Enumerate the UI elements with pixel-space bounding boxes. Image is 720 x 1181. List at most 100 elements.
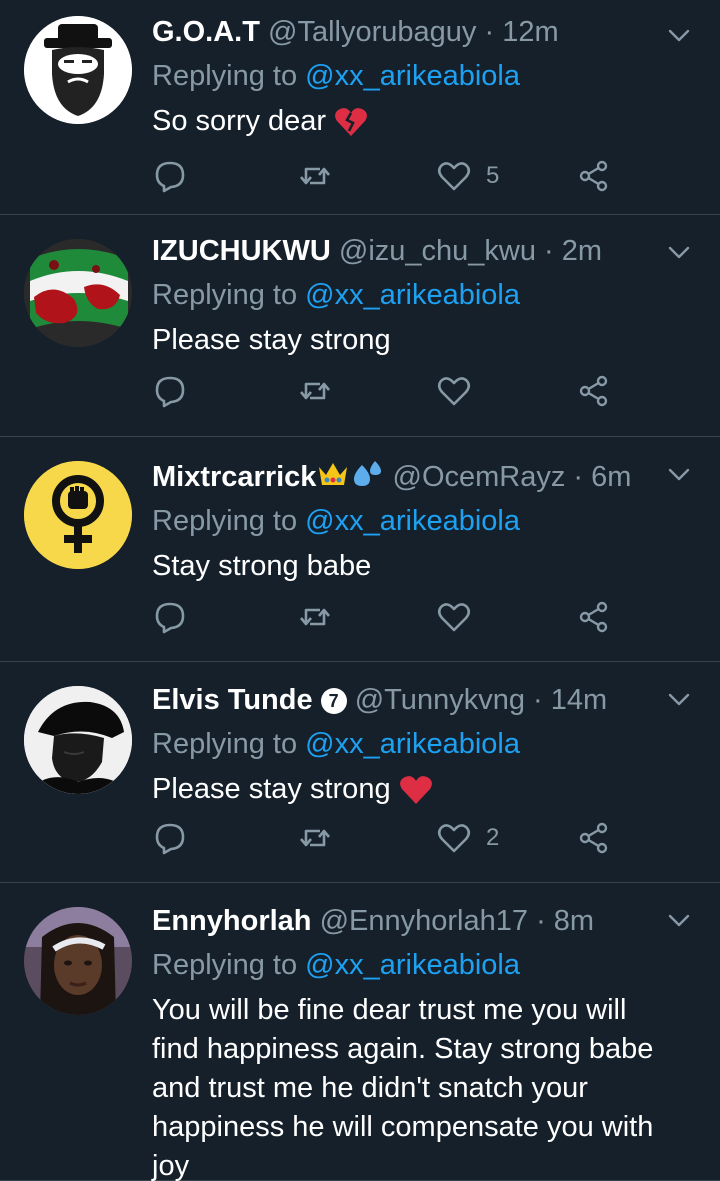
retweet-icon [300, 608, 330, 626]
tweet-header: Ennyhorlah @Ennyhorlah17 · 8m [152, 903, 660, 939]
like-button[interactable] [436, 371, 472, 411]
like-button[interactable]: 2 [436, 818, 499, 858]
tweet[interactable]: G.O.A.T @Tallyorubaguy · 12m Replying to… [0, 0, 720, 215]
tweet[interactable]: IZUCHUKWU @izu_chu_kwu · 2m Replying to … [0, 215, 720, 437]
chevron-down-icon[interactable] [666, 461, 692, 487]
avatar[interactable] [24, 686, 132, 794]
female-symbol-fist-avatar-image [24, 461, 132, 569]
heart-outline-icon [437, 377, 471, 406]
replying-to: Replying to @xx_arikeabiola [152, 947, 660, 983]
reply-icon [155, 602, 185, 634]
flag-avatar-image [24, 239, 132, 347]
avatar[interactable] [24, 239, 132, 347]
replying-to-label: Replying to [152, 505, 298, 537]
number-seven-badge-icon: 7 [320, 688, 347, 714]
reply-button[interactable] [152, 597, 188, 637]
tweet-text: So sorry dear [152, 102, 660, 141]
chevron-down-icon[interactable] [666, 239, 692, 265]
tweet-header: IZUCHUKWU @izu_chu_kwu · 2m [152, 233, 660, 269]
share-icon [579, 375, 608, 407]
tweet[interactable]: Elvis Tunde 7 @Tunnykvng · 14m Replying … [0, 662, 720, 883]
reply-icon [155, 161, 185, 193]
tweet-header: Mixtrcarrick @OcemRayz · 6m [152, 459, 660, 495]
like-count: 2 [486, 824, 500, 851]
share-icon [579, 601, 608, 633]
user-handle[interactable]: @Tunnykvng [355, 684, 525, 716]
share-button[interactable] [576, 597, 612, 637]
replying-to-label: Replying to [152, 60, 298, 92]
tweet[interactable]: Ennyhorlah @Ennyhorlah17 · 8m Replying t… [0, 883, 720, 1181]
replying-to: Replying to @xx_arikeabiola [152, 726, 660, 762]
share-button[interactable] [576, 156, 612, 196]
mention-link[interactable]: @xx_arikeabiola [305, 949, 520, 981]
replying-to-label: Replying to [152, 949, 298, 981]
replying-to-label: Replying to [152, 728, 298, 760]
like-button[interactable]: 5 [436, 156, 499, 196]
tweet-actions: 5 [152, 156, 672, 196]
display-name[interactable]: Ennyhorlah [152, 905, 312, 937]
tweet-text-content: Please stay strong [152, 773, 391, 805]
display-name[interactable]: G.O.A.T [152, 16, 260, 48]
heart-outline-icon [437, 603, 471, 632]
heart-outline-icon [437, 824, 471, 853]
reply-button[interactable] [152, 156, 188, 196]
chevron-down-icon[interactable] [666, 22, 692, 48]
timestamp[interactable]: 12m [502, 16, 558, 48]
crown-emoji [319, 463, 348, 485]
display-name[interactable]: Elvis Tunde [152, 684, 313, 716]
chevron-down-icon[interactable] [666, 907, 692, 933]
tweet-text: Please stay strong [152, 770, 660, 809]
user-handle[interactable]: @Tallyorubaguy [268, 16, 476, 48]
timestamp[interactable]: 8m [554, 905, 594, 937]
retweet-icon [300, 829, 330, 847]
retweet-button[interactable] [297, 371, 333, 411]
retweet-icon [300, 167, 330, 185]
mention-link[interactable]: @xx_arikeabiola [305, 60, 520, 92]
reply-feed: G.O.A.T @Tallyorubaguy · 12m Replying to… [0, 0, 720, 1181]
separator-dot: · [536, 905, 546, 937]
mention-link[interactable]: @xx_arikeabiola [305, 279, 520, 311]
user-handle[interactable]: @izu_chu_kwu [339, 235, 536, 267]
timestamp[interactable]: 6m [591, 461, 631, 493]
woman-selfie-avatar-image [24, 907, 132, 1015]
user-handle[interactable]: @OcemRayz [393, 461, 566, 493]
avatar[interactable] [24, 461, 132, 569]
bearded-man-avatar-image [24, 16, 132, 124]
tweet-actions: 2 [152, 818, 672, 858]
share-icon [579, 160, 608, 192]
separator-dot: · [484, 16, 495, 48]
broken-heart-icon [335, 108, 368, 137]
avatar[interactable] [24, 16, 132, 124]
reply-button[interactable] [152, 371, 188, 411]
retweet-button[interactable] [297, 156, 333, 196]
share-icon [579, 822, 608, 854]
separator-dot: · [544, 235, 554, 267]
tweet-text-content: So sorry dear [152, 105, 327, 137]
retweet-button[interactable] [297, 818, 333, 858]
share-button[interactable] [576, 371, 612, 411]
mention-link[interactable]: @xx_arikeabiola [305, 505, 520, 537]
separator-dot: · [573, 461, 584, 493]
chevron-down-icon[interactable] [666, 686, 692, 712]
avatar[interactable] [24, 907, 132, 1015]
retweet-button[interactable] [297, 597, 333, 637]
retweet-icon [300, 382, 330, 400]
red-heart-icon [399, 776, 432, 805]
share-button[interactable] [576, 818, 612, 858]
user-handle[interactable]: @Ennyhorlah17 [320, 905, 528, 937]
badge-number: 7 [328, 691, 339, 711]
timestamp[interactable]: 14m [551, 684, 607, 716]
heart-outline-icon [437, 162, 471, 191]
tweet-header: G.O.A.T @Tallyorubaguy · 12m [152, 14, 660, 50]
display-name[interactable]: IZUCHUKWU [152, 235, 331, 267]
timestamp[interactable]: 2m [562, 235, 602, 267]
sweat-droplets-emoji [354, 461, 382, 486]
reply-icon [155, 823, 185, 855]
mention-link[interactable]: @xx_arikeabiola [305, 728, 520, 760]
separator-dot: · [533, 684, 543, 716]
like-button[interactable] [436, 597, 472, 637]
reply-button[interactable] [152, 818, 188, 858]
replying-to: Replying to @xx_arikeabiola [152, 503, 660, 539]
tweet[interactable]: Mixtrcarrick @OcemRayz · 6m Replying to … [0, 437, 720, 662]
display-name[interactable]: Mixtrcarrick [152, 461, 316, 493]
